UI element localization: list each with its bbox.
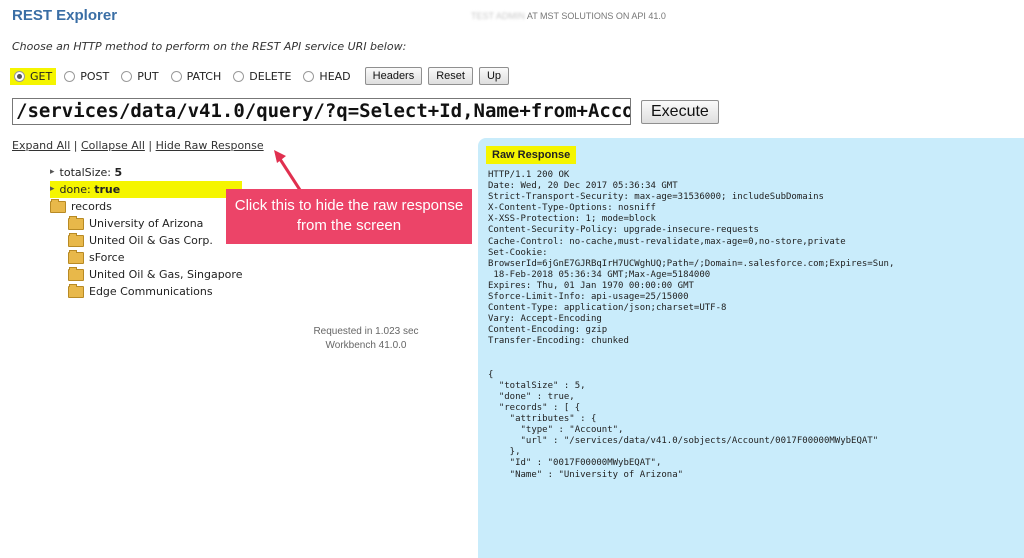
hide-raw-response-link[interactable]: Hide Raw Response bbox=[156, 139, 264, 152]
bullet-icon: ▸ bbox=[50, 167, 55, 177]
radio-patch[interactable] bbox=[170, 70, 182, 82]
tree-node-record[interactable]: United Oil & Gas Corp. bbox=[68, 232, 242, 249]
record-label: University of Arizona bbox=[89, 217, 204, 230]
method-post[interactable]: POST bbox=[60, 68, 113, 85]
folder-icon bbox=[68, 232, 84, 247]
user-info: TEST ADMIN AT MST SOLUTIONS ON API 41.0 bbox=[471, 11, 666, 21]
folder-icon bbox=[68, 283, 84, 298]
collapse-all-link[interactable]: Collapse All bbox=[81, 139, 145, 152]
tree-node-total-size: ▸ totalSize: 5 bbox=[50, 164, 242, 181]
method-label: POST bbox=[80, 69, 110, 83]
folder-icon bbox=[68, 249, 84, 264]
record-label: sForce bbox=[89, 251, 125, 264]
tree-node-records[interactable]: records bbox=[50, 198, 242, 215]
record-label: Edge Communications bbox=[89, 285, 213, 298]
tree-node-done: ▸ done: true bbox=[50, 181, 243, 198]
tree-value: 5 bbox=[114, 166, 123, 179]
radio-head[interactable] bbox=[303, 70, 315, 82]
bullet-icon: ▸ bbox=[50, 184, 55, 194]
method-delete[interactable]: DELETE bbox=[229, 68, 295, 85]
method-head[interactable]: HEAD bbox=[299, 68, 354, 85]
instructions: Choose an HTTP method to perform on the … bbox=[12, 40, 407, 53]
tree-links: Expand All | Collapse All | Hide Raw Res… bbox=[12, 139, 264, 152]
uri-input[interactable]: /services/data/v41.0/query/?q=Select+Id,… bbox=[12, 98, 631, 125]
tree-node-record[interactable]: United Oil & Gas, Singapore bbox=[68, 266, 242, 283]
radio-post[interactable] bbox=[64, 70, 76, 82]
method-label: PATCH bbox=[186, 69, 222, 83]
raw-response-panel: Raw Response HTTP/1.1 200 OK Date: Wed, … bbox=[478, 138, 1024, 558]
page-title: REST Explorer bbox=[12, 7, 118, 24]
callout-arrow-icon bbox=[274, 150, 302, 191]
folder-icon bbox=[68, 266, 84, 281]
method-put[interactable]: PUT bbox=[117, 68, 162, 85]
request-time: Requested in 1.023 sec bbox=[313, 326, 419, 337]
record-label: United Oil & Gas Corp. bbox=[89, 234, 213, 247]
folder-icon bbox=[68, 215, 84, 230]
org-info: AT MST SOLUTIONS ON API 41.0 bbox=[526, 11, 666, 21]
execute-button[interactable]: Execute bbox=[641, 99, 719, 124]
headers-button[interactable]: Headers bbox=[364, 67, 423, 85]
method-label: HEAD bbox=[319, 69, 351, 83]
method-label: DELETE bbox=[249, 69, 292, 83]
records-children: University of Arizona United Oil & Gas C… bbox=[68, 215, 242, 300]
method-label: PUT bbox=[137, 69, 159, 83]
radio-put[interactable] bbox=[121, 70, 133, 82]
reset-button[interactable]: Reset bbox=[428, 67, 473, 85]
workbench-version: Workbench 41.0.0 bbox=[325, 340, 407, 351]
tree-key: totalSize: bbox=[59, 166, 111, 179]
user-name: TEST ADMIN bbox=[471, 11, 525, 21]
link-separator: | bbox=[73, 139, 78, 152]
method-label: GET bbox=[30, 69, 53, 83]
tree-node-record[interactable]: University of Arizona bbox=[68, 215, 242, 232]
expand-all-link[interactable]: Expand All bbox=[12, 139, 70, 152]
link-separator: | bbox=[148, 139, 153, 152]
tree-node-record[interactable]: sForce bbox=[68, 249, 242, 266]
tree-key: records bbox=[71, 200, 112, 213]
tree-key: done: bbox=[59, 183, 91, 196]
folder-open-icon bbox=[50, 198, 66, 213]
raw-response-body: HTTP/1.1 200 OK Date: Wed, 20 Dec 2017 0… bbox=[488, 170, 895, 480]
method-selector: GET POST PUT PATCH DELETE HEAD Headers R… bbox=[10, 65, 510, 87]
tree-value: true bbox=[94, 183, 121, 196]
tree-node-record[interactable]: Edge Communications bbox=[68, 283, 242, 300]
record-label: United Oil & Gas, Singapore bbox=[89, 268, 243, 281]
method-get[interactable]: GET bbox=[10, 67, 57, 85]
raw-response-title: Raw Response bbox=[486, 146, 577, 164]
annotation-callout: Click this to hide the raw response from… bbox=[226, 189, 472, 244]
radio-get[interactable] bbox=[14, 70, 25, 82]
uri-row: /services/data/v41.0/query/?q=Select+Id,… bbox=[12, 98, 719, 125]
response-tree: ▸ totalSize: 5 ▸ done: true records Univ… bbox=[50, 164, 243, 300]
method-patch[interactable]: PATCH bbox=[167, 68, 226, 85]
footer-info: Requested in 1.023 sec Workbench 41.0.0 bbox=[296, 325, 436, 353]
up-button[interactable]: Up bbox=[478, 67, 510, 85]
radio-delete[interactable] bbox=[233, 70, 245, 82]
